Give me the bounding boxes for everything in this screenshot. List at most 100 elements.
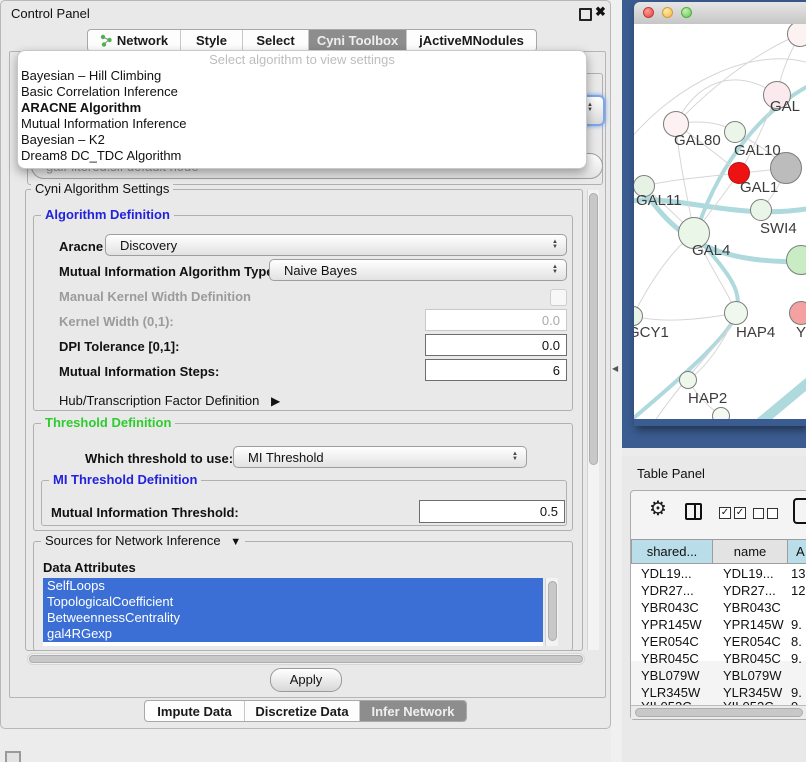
node-label: SWI4	[760, 220, 797, 237]
mi-threshold-group-title: MI Threshold Definition	[49, 473, 201, 487]
cell-value: 13	[791, 566, 806, 581]
tab-cyni-toolbox[interactable]: Cyni Toolbox	[308, 30, 406, 51]
tab-jactivemnodules-label: jActiveMNodules	[419, 33, 524, 48]
cell-shared-name: YDL19...	[641, 566, 711, 581]
attribute-item[interactable]: SelfLoops	[43, 578, 543, 594]
algorithm-option[interactable]: Dream8 DC_TDC Algorithm	[18, 148, 586, 164]
network-desktop: GAL GAL80 GAL10 GAL1 GAL11 SWI4 GAL4 GCY…	[622, 0, 806, 448]
settings-scrollbar[interactable]	[587, 190, 599, 650]
settings-hscrollbar-thumb[interactable]	[29, 655, 583, 663]
table-panel: Table Panel ⚙ ✓ ✓ shared... name A YDL19…	[622, 456, 806, 762]
aracne-mode-combo[interactable]: Discovery ▲▼	[105, 234, 567, 256]
tab-infer-network-label: Infer Network	[371, 704, 454, 719]
which-threshold-combo[interactable]: MI Threshold ▲▼	[233, 446, 527, 468]
control-panel-tabbar: Network Style Select Cyni Toolbox jActiv…	[87, 29, 537, 52]
deselect-all-columns-icon2[interactable]	[767, 508, 778, 519]
node-label: GAL10	[734, 142, 781, 159]
network-node[interactable]	[750, 199, 772, 221]
deselect-all-columns-icon[interactable]	[753, 508, 764, 519]
mi-type-value: Naive Bayes	[270, 263, 548, 278]
tab-network[interactable]: Network	[88, 30, 180, 51]
gear-icon[interactable]: ⚙	[649, 499, 667, 519]
column-header-name[interactable]: name	[712, 539, 788, 564]
attribute-item[interactable]: TopologicalCoefficient	[43, 594, 543, 610]
algorithm-option[interactable]: Basic Correlation Inference	[18, 84, 586, 100]
manual-kernel-checkbox[interactable]	[550, 289, 567, 306]
splitter-collapse-icon[interactable]: ◀	[612, 364, 618, 373]
cell-shared-name: YDR27...	[641, 583, 711, 598]
minimized-panel-icon[interactable]	[5, 751, 21, 762]
close-window-icon[interactable]	[643, 7, 654, 18]
float-panel-icon[interactable]	[579, 8, 592, 21]
tab-infer-network[interactable]: Infer Network	[359, 701, 466, 721]
network-node[interactable]	[789, 301, 806, 325]
tab-impute-data-label: Impute Data	[157, 704, 231, 719]
which-threshold-value: MI Threshold	[234, 450, 508, 465]
mi-threshold-label: Mutual Information Threshold:	[51, 505, 239, 520]
attributes-list-scrollbar[interactable]	[545, 578, 558, 646]
cell-name: YLR345W	[723, 685, 785, 700]
export-table-icon[interactable]	[793, 498, 806, 524]
tab-style[interactable]: Style	[180, 30, 242, 51]
mi-threshold-field[interactable]: 0.5	[419, 500, 565, 523]
cell-name: YDR27...	[723, 583, 785, 598]
tab-discretize-data[interactable]: Discretize Data	[244, 701, 359, 721]
tab-style-label: Style	[196, 33, 227, 48]
stepper-down-icon: ▼	[552, 270, 558, 275]
zoom-window-icon[interactable]	[681, 7, 692, 18]
tab-select-label: Select	[256, 33, 294, 48]
kernel-width-field[interactable]: 0.0	[425, 309, 567, 331]
attributes-scrollbar-thumb[interactable]	[548, 581, 557, 641]
column-header-label: name	[734, 544, 767, 559]
close-panel-icon[interactable]: ✖	[595, 4, 606, 20]
bottom-tabbar: Impute Data Discretize Data Infer Networ…	[144, 700, 467, 722]
apply-button[interactable]: Apply	[270, 668, 342, 692]
aracne-mode-value: Discovery	[106, 238, 548, 253]
network-node[interactable]	[724, 121, 746, 143]
column-header-partial[interactable]: A	[787, 539, 806, 564]
cell-shared-name: YBR043C	[641, 600, 711, 615]
mi-steps-field[interactable]: 6	[425, 359, 567, 381]
algorithm-option[interactable]: Bayesian – K2	[18, 132, 586, 148]
network-canvas[interactable]: GAL GAL80 GAL10 GAL1 GAL11 SWI4 GAL4 GCY…	[634, 24, 806, 419]
attribute-item[interactable]: gal4RGexp	[43, 626, 543, 642]
algorithm-option[interactable]: Mutual Information Inference	[18, 116, 586, 132]
minimize-window-icon[interactable]	[662, 7, 673, 18]
tab-jactivemnodules[interactable]: jActiveMNodules	[406, 30, 536, 51]
network-node[interactable]	[724, 301, 748, 325]
sources-group-title[interactable]: Sources for Network Inference ▼	[41, 534, 245, 549]
node-label: HAP4	[736, 324, 775, 341]
cell-name: YPR145W	[723, 617, 785, 632]
popup-placeholder: Select algorithm to view settings	[18, 51, 586, 68]
algorithm-option[interactable]: Bayesian – Hill Climbing	[18, 68, 586, 84]
manual-kernel-label: Manual Kernel Width Definition	[59, 289, 251, 304]
select-all-columns-icon2[interactable]: ✓	[734, 507, 746, 519]
algorithm-option-selected[interactable]: ARACNE Algorithm	[18, 100, 586, 116]
node-label: GAL11	[636, 192, 682, 209]
network-node[interactable]	[712, 407, 730, 419]
panel-splitter[interactable]: ◀	[611, 0, 622, 762]
network-window-titlebar[interactable]	[634, 2, 806, 25]
threshold-definition-title: Threshold Definition	[41, 416, 175, 430]
select-all-columns-icon[interactable]: ✓	[719, 507, 731, 519]
cell-value: 9.	[791, 651, 806, 666]
attribute-item[interactable]: BetweennessCentrality	[43, 610, 543, 626]
cell-shared-name: YER054C	[641, 634, 711, 649]
tab-select[interactable]: Select	[242, 30, 308, 51]
cell-name: YBR043C	[723, 600, 785, 615]
table-hscrollbar[interactable]	[631, 705, 806, 719]
dpi-tolerance-field[interactable]: 0.0	[425, 334, 567, 356]
cell-shared-name: YLR345W	[641, 685, 711, 700]
mi-type-combo[interactable]: Naive Bayes ▲▼	[269, 259, 567, 281]
settings-scrollbar-thumb[interactable]	[589, 193, 598, 465]
tab-network-label: Network	[117, 33, 168, 48]
tab-impute-data[interactable]: Impute Data	[145, 701, 244, 721]
table-hscrollbar-thumb[interactable]	[635, 708, 803, 717]
columns-icon[interactable]	[685, 503, 702, 520]
network-node[interactable]	[679, 371, 697, 389]
hub-definition-expander[interactable]: Hub/Transcription Factor Definition ▶	[59, 393, 280, 408]
settings-hscrollbar[interactable]	[27, 653, 585, 665]
cell-name: YER054C	[723, 634, 785, 649]
column-header-shared-name[interactable]: shared...	[631, 539, 713, 564]
kernel-width-label: Kernel Width (0,1):	[59, 314, 174, 329]
